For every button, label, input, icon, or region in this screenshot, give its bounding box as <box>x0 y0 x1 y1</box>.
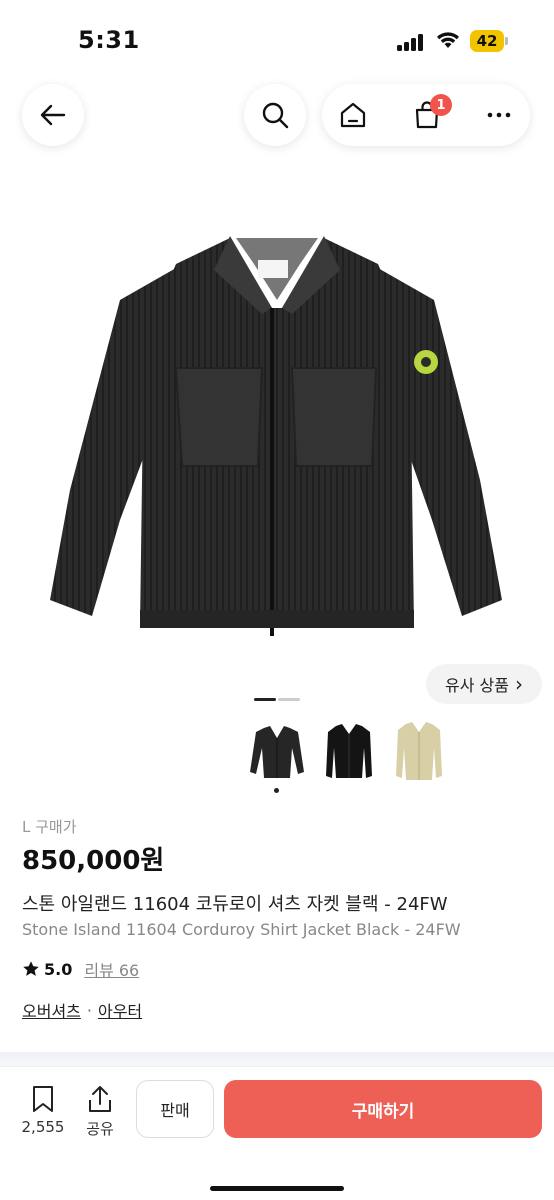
category-breadcrumb: 오버셔츠 · 아우터 <box>22 998 142 1022</box>
search-icon <box>262 102 289 129</box>
battery-level: 42 <box>470 30 504 52</box>
size-price-label: L 구매가 <box>22 818 77 836</box>
buy-button[interactable]: 구매하기 <box>224 1080 542 1138</box>
product-image[interactable] <box>0 190 554 660</box>
bookmark-button[interactable]: 2,555 <box>18 1084 68 1136</box>
thumbnail-1[interactable] <box>246 718 308 784</box>
product-title-en: Stone Island 11604 Corduroy Shirt Jacket… <box>22 920 461 939</box>
back-button[interactable] <box>22 84 84 146</box>
arrow-left-icon <box>40 104 66 126</box>
cart-count-badge: 1 <box>430 94 452 116</box>
category-link-overshirt[interactable]: 오버셔츠 <box>22 998 81 1022</box>
thumbnail-strip <box>0 718 554 798</box>
more-icon <box>487 112 511 118</box>
thumbnail-selected-dot <box>274 788 279 793</box>
status-time: 5:31 <box>78 26 140 54</box>
share-icon <box>89 1086 111 1112</box>
thumbnail-3[interactable] <box>388 718 450 784</box>
similar-products-button[interactable]: 유사 상품 › <box>426 664 542 704</box>
share-label: 공유 <box>86 1120 114 1138</box>
category-link-outer[interactable]: 아우터 <box>98 998 142 1022</box>
signal-icon <box>397 33 427 51</box>
thumbnail-2[interactable] <box>318 718 380 784</box>
wifi-icon <box>437 32 459 48</box>
image-pager-active <box>254 698 276 701</box>
category-separator: · <box>86 1000 92 1020</box>
chevron-right-icon: › <box>514 672 523 696</box>
product-title-ko: 스톤 아일랜드 11604 코듀로이 셔츠 자켓 블랙 - 24FW <box>22 894 448 915</box>
status-bar: 5:31 42 <box>0 0 554 80</box>
battery-icon: 42 <box>470 30 508 52</box>
cart-button[interactable] <box>396 84 458 146</box>
price: 850,000원 <box>22 846 165 876</box>
rating-row: 5.0 리뷰 66 <box>22 957 139 981</box>
nav-action-group <box>322 84 530 146</box>
search-button[interactable] <box>244 84 306 146</box>
home-button[interactable] <box>322 84 384 146</box>
section-divider <box>0 1052 554 1066</box>
home-indicator <box>210 1186 344 1191</box>
star-icon <box>23 961 39 976</box>
similar-products-label: 유사 상품 <box>445 676 509 695</box>
bookmark-count: 2,555 <box>21 1118 65 1136</box>
home-icon <box>340 102 366 128</box>
review-link[interactable]: 리뷰 66 <box>84 957 139 981</box>
sell-button[interactable]: 판매 <box>136 1080 214 1138</box>
bookmark-icon <box>33 1086 53 1112</box>
rating-value: 5.0 <box>44 959 73 979</box>
share-button[interactable]: 공유 <box>80 1084 120 1139</box>
image-pager-inactive <box>278 698 300 701</box>
more-button[interactable] <box>468 84 530 146</box>
